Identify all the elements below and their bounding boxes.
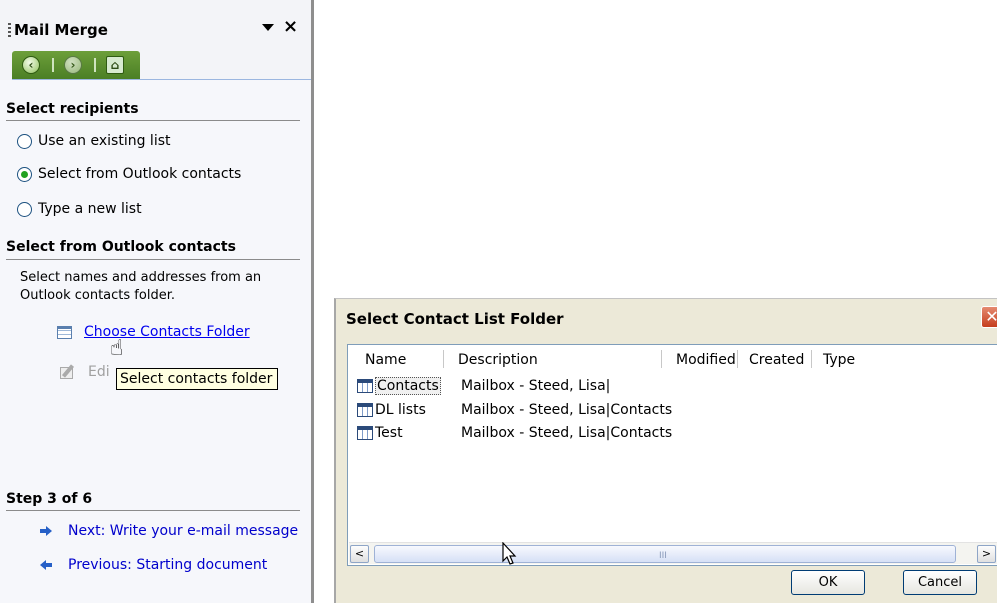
next-step-link[interactable]: Next: Write your e-mail message [40, 523, 298, 539]
list-row-contacts[interactable]: Contacts Mailbox - Steed, Lisa| [357, 376, 610, 396]
outlook-contacts-description: Select names and addresses from an Outlo… [20, 270, 262, 303]
task-pane-close-button[interactable]: × [283, 17, 298, 37]
column-header-type[interactable]: Type [823, 352, 855, 368]
contact-folder-icon [357, 379, 373, 393]
grip-handle[interactable] [8, 23, 11, 37]
section-divider [6, 120, 300, 121]
task-pane-header: Mail Merge × ‹ › ⌂ [0, 0, 311, 80]
row-description: Mailbox - Steed, Lisa|Contacts [461, 402, 673, 418]
radio-button[interactable] [17, 133, 32, 149]
radio-label: Use an existing list [38, 133, 171, 149]
task-pane-dropdown-icon[interactable] [262, 24, 274, 31]
contact-folder-icon [357, 426, 373, 440]
contact-folder-icon [357, 403, 373, 417]
list-header: Name Description Modified Created Type [348, 345, 997, 373]
previous-step-label[interactable]: Previous: Starting document [68, 557, 267, 573]
folder-list-view[interactable]: Name Description Modified Created Type C… [347, 344, 997, 566]
column-header-name[interactable]: Name [365, 352, 406, 368]
row-description: Mailbox - Steed, Lisa|Contacts [461, 425, 673, 441]
mouse-pointer-icon [502, 541, 517, 565]
task-pane-nav-bar: ‹ › ⌂ [12, 51, 140, 79]
next-step-label[interactable]: Next: Write your e-mail message [68, 523, 298, 539]
step-heading: Step 3 of 6 [6, 491, 93, 507]
horizontal-scrollbar[interactable]: < III > [349, 542, 997, 564]
dialog-close-button[interactable]: ✕ [981, 306, 997, 328]
row-name: Test [375, 425, 403, 441]
back-icon[interactable]: ‹ [22, 56, 40, 74]
section-divider [6, 259, 300, 260]
column-header-modified[interactable]: Modified [676, 352, 736, 368]
edit-link-label: Edi [88, 364, 110, 380]
scroll-right-button[interactable]: > [977, 545, 996, 563]
scroll-left-button[interactable]: < [350, 545, 369, 563]
header-divider [12, 79, 311, 80]
select-recipients-heading: Select recipients [6, 101, 139, 117]
previous-step-link[interactable]: Previous: Starting document [40, 557, 267, 573]
dialog-title-bar[interactable]: Select Contact List Folder ✕ [336, 299, 997, 339]
column-header-created[interactable]: Created [749, 352, 804, 368]
mail-merge-task-pane: Mail Merge × ‹ › ⌂ Select recipients Use… [0, 0, 314, 603]
edit-list-icon [60, 364, 78, 380]
forward-icon[interactable]: › [64, 56, 82, 74]
scroll-grip: III [659, 551, 667, 561]
contacts-table-icon [57, 325, 72, 339]
radio-use-existing-list[interactable]: Use an existing list [17, 131, 171, 151]
column-separator[interactable] [661, 350, 662, 368]
ok-button[interactable]: OK [791, 570, 865, 595]
column-header-description[interactable]: Description [458, 352, 538, 368]
radio-label: Select from Outlook contacts [38, 166, 242, 182]
scroll-thumb[interactable]: III [374, 545, 956, 563]
choose-contacts-folder-label[interactable]: Choose Contacts Folder [84, 324, 250, 340]
radio-button-selected[interactable] [17, 166, 32, 182]
dialog-title: Select Contact List Folder [346, 310, 564, 328]
cancel-button[interactable]: Cancel [903, 570, 977, 595]
arrow-right-icon [40, 526, 52, 536]
task-pane-title: Mail Merge [14, 21, 108, 39]
home-icon[interactable]: ⌂ [106, 56, 124, 74]
choose-contacts-folder-link[interactable]: Choose Contacts Folder [57, 324, 250, 340]
edit-recipient-list-link[interactable]: Edi [60, 364, 110, 380]
list-row-test[interactable]: Test Mailbox - Steed, Lisa|Contacts [357, 423, 672, 443]
outlook-contacts-heading: Select from Outlook contacts [6, 239, 236, 255]
select-contact-list-folder-dialog: Select Contact List Folder ✕ Name Descri… [334, 298, 997, 603]
radio-select-outlook-contacts[interactable]: Select from Outlook contacts [17, 164, 241, 184]
nav-separator [94, 58, 96, 72]
column-separator[interactable] [737, 350, 738, 368]
radio-label: Type a new list [38, 201, 142, 217]
list-row-dl-lists[interactable]: DL lists Mailbox - Steed, Lisa|Contacts [357, 400, 672, 420]
tooltip-select-contacts-folder: Select contacts folder [116, 368, 278, 390]
radio-button[interactable] [17, 201, 32, 217]
row-description: Mailbox - Steed, Lisa| [461, 378, 611, 394]
column-separator[interactable] [811, 350, 812, 368]
nav-separator [52, 58, 54, 72]
row-name: Contacts [375, 377, 441, 395]
column-separator[interactable] [443, 350, 444, 368]
arrow-left-icon [40, 560, 52, 570]
radio-type-new-list[interactable]: Type a new list [17, 199, 142, 219]
section-divider [6, 510, 300, 511]
hand-pointer-cursor-icon: ☝ [110, 336, 124, 361]
row-name: DL lists [375, 402, 426, 418]
